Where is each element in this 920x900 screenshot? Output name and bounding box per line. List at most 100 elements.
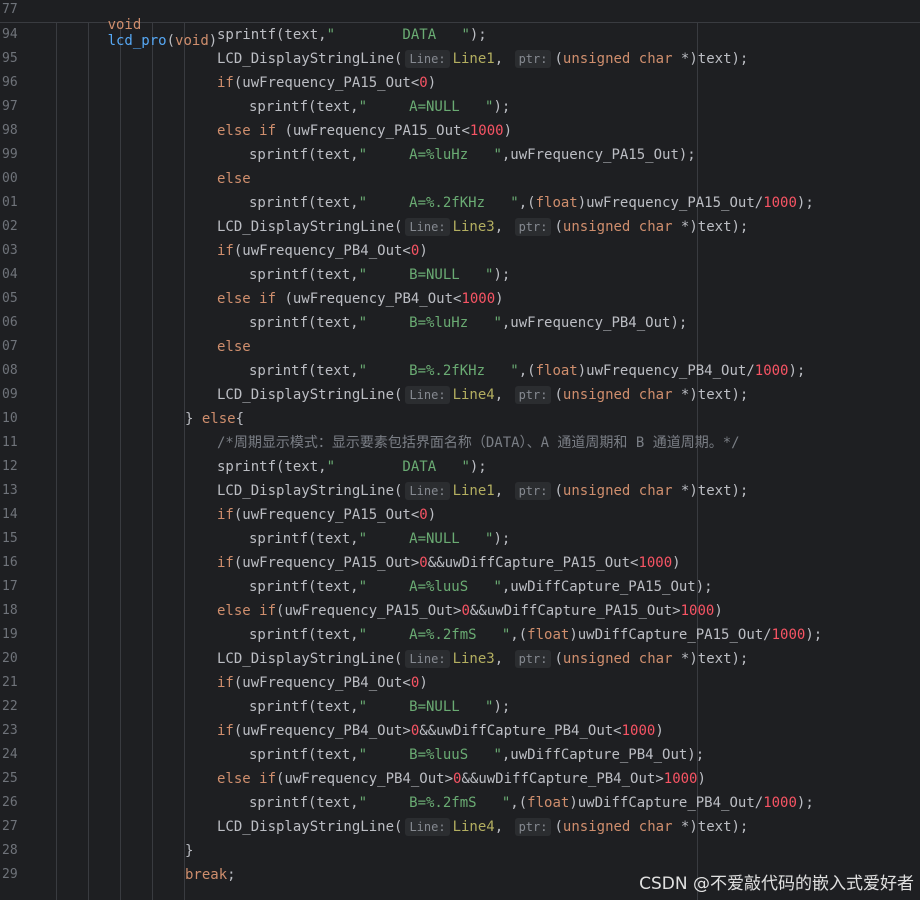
code-line[interactable]: 01 sprintf(text," A=%.2fKHz ",(float)uwFr…: [0, 191, 920, 215]
string-literal: " A=%.2fmS ": [358, 627, 511, 643]
code-text: &&uwDiffCapture_PB4_Out<: [419, 723, 622, 739]
code-line[interactable]: 08 sprintf(text," B=%.2fKHz ",(float)uwFr…: [0, 359, 920, 383]
code-line[interactable]: 27 LCD_DisplayStringLine(Line: Line4, ptr:…: [0, 815, 920, 839]
code-text: ,uwDiffCapture_PB4_Out);: [501, 747, 705, 763]
comment: /*周期显示模式：显示要素包括界面名称（DATA）、A 通道周期和 B 通道周期…: [217, 435, 740, 451]
code-text: LCD_DisplayStringLine(: [217, 819, 403, 835]
code-text: (: [554, 219, 563, 235]
code-line[interactable]: 12 sprintf(text," DATA ");: [0, 455, 920, 479]
code-line[interactable]: 14 if(uwFrequency_PA15_Out<0): [0, 503, 920, 527]
code-text: sprintf(text,: [249, 99, 359, 115]
code-text: (: [554, 483, 563, 499]
code-text: ,uwFrequency_PA15_Out);: [501, 147, 696, 163]
line-number: 18: [2, 603, 18, 618]
code-text: sprintf(text,: [249, 699, 359, 715]
code-text: (uwFrequency_PA15_Out<: [233, 507, 420, 523]
keyword: if: [217, 555, 234, 571]
code-line[interactable]: 07 else: [0, 335, 920, 359]
number-literal: 1000: [680, 603, 715, 619]
line-number: 17: [2, 579, 18, 594]
code-line[interactable]: 04 sprintf(text," B=NULL ");: [0, 263, 920, 287]
code-text: &&uwDiffCapture_PA15_Out<: [427, 555, 639, 571]
keyword: if: [217, 675, 234, 691]
code-line[interactable]: 20 LCD_DisplayStringLine(Line: Line3, ptr:…: [0, 647, 920, 671]
code-line[interactable]: 15 sprintf(text," A=NULL ");: [0, 527, 920, 551]
keyword: else: [217, 171, 251, 187]
keyword: unsigned char: [562, 387, 673, 403]
parameter-hint: Line:: [405, 650, 450, 668]
line-number: 23: [2, 723, 18, 738]
code-line[interactable]: 02 LCD_DisplayStringLine(Line: Line3, ptr:…: [0, 215, 920, 239]
code-line[interactable]: 97 sprintf(text," A=NULL ");: [0, 95, 920, 119]
code-text: );: [493, 99, 511, 115]
code-text: sprintf(text,: [249, 531, 359, 547]
parameter-hint: ptr:: [514, 650, 552, 668]
code-line[interactable]: 00 else: [0, 167, 920, 191]
line-number: 96: [2, 75, 18, 90]
code-text: ): [672, 555, 681, 571]
code-text: (uwFrequency_PA15_Out>: [233, 555, 420, 571]
code-line[interactable]: 03 if(uwFrequency_PB4_Out<0): [0, 239, 920, 263]
code-text: )uwFrequency_PA15_Out/: [577, 195, 764, 211]
code-line[interactable]: 24 sprintf(text," B=%luuS ",uwDiffCapture…: [0, 743, 920, 767]
code-text: ): [503, 123, 513, 139]
code-text: );: [796, 195, 814, 211]
line-number: 95: [2, 51, 18, 66]
code-line[interactable]: 18 else if(uwFrequency_PA15_Out>0&&uwDiff…: [0, 599, 920, 623]
line-number: 12: [2, 459, 18, 474]
line-number: 25: [2, 771, 18, 786]
code-line[interactable]: 22 sprintf(text," B=NULL ");: [0, 695, 920, 719]
code-line[interactable]: 19 sprintf(text," A=%.2fmS ",(float)uwDif…: [0, 623, 920, 647]
line-number: 99: [2, 147, 18, 162]
code-line[interactable]: 09 LCD_DisplayStringLine(Line: Line4, ptr:…: [0, 383, 920, 407]
code-editor[interactable]: 77 void lcd_pro(void) 94 sprintf(text," D…: [0, 0, 920, 900]
code-line[interactable]: 17 sprintf(text," A=%luuS ",uwDiffCapture…: [0, 575, 920, 599]
number-literal: 0: [419, 555, 428, 571]
code-line[interactable]: 16 if(uwFrequency_PA15_Out>0&&uwDiffCaptu…: [0, 551, 920, 575]
number-literal: 1000: [621, 723, 656, 739]
string-literal: " A=%luHz ": [358, 147, 502, 163]
code-text: );: [493, 267, 511, 283]
sticky-function-header[interactable]: 77 void lcd_pro(void): [0, 0, 920, 49]
parameter-hint: ptr:: [514, 818, 552, 836]
line-number: 14: [2, 507, 18, 522]
code-text: (uwFrequency_PB4_Out>: [276, 771, 454, 787]
code-line[interactable]: 11 /*周期显示模式：显示要素包括界面名称（DATA）、A 通道周期和 B 通道…: [0, 431, 920, 455]
line-number: 21: [2, 675, 18, 690]
code-text: LCD_DisplayStringLine(: [217, 483, 403, 499]
macro-name: Line4: [452, 819, 495, 835]
code-text: ,(: [518, 363, 536, 379]
code-text: (: [554, 51, 563, 67]
code-line[interactable]: 06 sprintf(text," B=%luHz ",uwFrequency_P…: [0, 311, 920, 335]
code-line[interactable]: 28}: [0, 839, 920, 863]
code-line[interactable]: 23 if(uwFrequency_PB4_Out>0&&uwDiffCaptur…: [0, 719, 920, 743]
code-text: (uwFrequency_PB4_Out<: [284, 291, 462, 307]
code-line[interactable]: 25 else if(uwFrequency_PB4_Out>0&&uwDiffC…: [0, 767, 920, 791]
line-number: 98: [2, 123, 18, 138]
code-text: *)text);: [672, 51, 749, 67]
code-line[interactable]: 99 sprintf(text," A=%luHz ",uwFrequency_P…: [0, 143, 920, 167]
code-text: ): [419, 675, 428, 691]
code-line[interactable]: 10} else{: [0, 407, 920, 431]
code-text: );: [493, 699, 511, 715]
code-line[interactable]: 26 sprintf(text," B=%.2fmS ",(float)uwDif…: [0, 791, 920, 815]
parameter-hint: Line:: [405, 50, 450, 68]
code-line[interactable]: 13 LCD_DisplayStringLine(Line: Line1, ptr:…: [0, 479, 920, 503]
keyword: if: [217, 507, 234, 523]
code-line[interactable]: 98 else if (uwFrequency_PA15_Out<1000): [0, 119, 920, 143]
code-text: );: [788, 363, 806, 379]
string-literal: " B=%luuS ": [358, 747, 502, 763]
code-text: ,(: [510, 627, 528, 643]
macro-name: Line3: [452, 651, 495, 667]
code-line[interactable]: 21 if(uwFrequency_PB4_Out<0): [0, 671, 920, 695]
line-number: 29: [2, 867, 18, 882]
code-text: ,: [494, 51, 512, 67]
line-number: 15: [2, 531, 18, 546]
code-line[interactable]: 96 if(uwFrequency_PA15_Out<0): [0, 71, 920, 95]
string-literal: " B=%.2fmS ": [358, 795, 511, 811]
code-line[interactable]: 05 else if (uwFrequency_PB4_Out<1000): [0, 287, 920, 311]
keyword: else if: [217, 123, 285, 139]
code-text: *)text);: [672, 483, 749, 499]
code-text: LCD_DisplayStringLine(: [217, 387, 403, 403]
code-text: ,: [494, 651, 512, 667]
